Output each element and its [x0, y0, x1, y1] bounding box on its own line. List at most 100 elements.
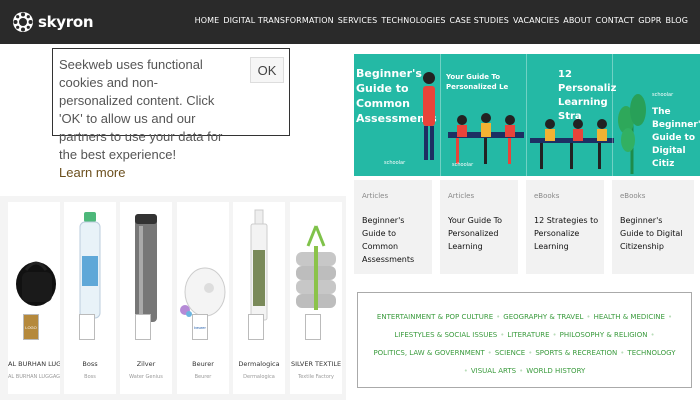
- category-label: SPORTS & RECREATION: [535, 349, 618, 357]
- product-card-beurer[interactable]: beurer Beurer Beurer: [177, 202, 229, 394]
- banner-title-2: Your Guide To Personalized Le: [446, 73, 509, 91]
- nav-gdpr[interactable]: GDPR: [638, 16, 661, 25]
- brand-name: skyron: [38, 13, 94, 31]
- separator-dot: •: [496, 313, 501, 321]
- banner-divider: [440, 54, 441, 176]
- resource-card[interactable]: eBooks Beginner's Guide to Digital Citiz…: [612, 180, 694, 274]
- category-label: ENTERTAINMENT & POP CULTURE: [376, 313, 494, 321]
- brand-logo-badge: [135, 314, 151, 340]
- resource-card[interactable]: eBooks 12 Strategies to Personalize Lear…: [526, 180, 604, 274]
- nav-services[interactable]: SERVICES: [338, 16, 378, 25]
- category-label: SCIENCE: [494, 349, 526, 357]
- nav-vacancies[interactable]: VACANCIES: [513, 16, 559, 25]
- nav-blog[interactable]: BLOG: [665, 16, 688, 25]
- brand-logo-badge: LOGO: [23, 314, 39, 340]
- card-category: eBooks: [620, 192, 646, 200]
- plant-illustration-icon: [618, 94, 646, 174]
- category-label: HEALTH & MEDICINE: [593, 313, 665, 321]
- category-link-philosophy[interactable]: • PHILOSOPHY & RELIGION •: [553, 331, 655, 339]
- separator-dot: •: [667, 313, 673, 321]
- category-label: VISUAL ARTS: [470, 367, 517, 375]
- cookie-consent-banner: Seekweb uses functional cookies and non-…: [52, 48, 290, 180]
- product-card-dermalogica[interactable]: Dermalogica Dermalogica: [233, 202, 285, 394]
- category-label: GEOGRAPHY & TRAVEL: [503, 313, 584, 321]
- card-title[interactable]: Beginner's Guide to Common Assessments: [362, 214, 428, 266]
- card-title[interactable]: Beginner's Guide to Digital Citizenship: [620, 214, 686, 253]
- brand-logo-badge: [79, 314, 95, 340]
- top-navigation-bar: skyron HOME DIGITAL TRANSFORMATION SERVI…: [0, 0, 700, 44]
- separator-dot: •: [528, 349, 533, 357]
- resource-card[interactable]: Articles Your Guide To Personalized Lear…: [440, 180, 518, 274]
- banner-divider: [526, 54, 527, 176]
- product-card-silver-textile[interactable]: SILVER TEXTILE Textile Factory: [290, 202, 342, 394]
- category-link-entertainment[interactable]: ENTERTAINMENT & POP CULTURE •: [377, 313, 500, 321]
- brand-logo-badge: [305, 314, 321, 340]
- students-illustration-icon: [530, 119, 614, 169]
- product-name: AL BURHAN LUGGAGE: [8, 360, 60, 368]
- cookie-ok-button[interactable]: OK: [250, 57, 284, 83]
- banner-title-4: The Beginner's Guide to Digital Citiz: [652, 107, 700, 169]
- separator-dot: •: [487, 349, 492, 357]
- card-category: Articles: [362, 192, 389, 200]
- separator-dot: •: [519, 367, 524, 375]
- separator-dot: •: [620, 349, 625, 357]
- nav-home[interactable]: HOME: [195, 16, 220, 25]
- nav-case-studies[interactable]: CASE STUDIES: [450, 16, 509, 25]
- product-brand: AL BURHAN LUGGAGE: [8, 374, 60, 380]
- nav-about[interactable]: ABOUT: [563, 16, 591, 25]
- banner-brand-4: schoolar: [652, 92, 674, 98]
- site-logo[interactable]: skyron: [12, 10, 94, 34]
- category-link-sports[interactable]: SPORTS & RECREATION •: [535, 349, 624, 357]
- product-name: Zilver: [136, 360, 156, 368]
- brand-logo-badge: [248, 314, 264, 340]
- category-label: WORLD HISTORY: [526, 367, 586, 375]
- product-brand: Boss: [84, 374, 96, 380]
- card-title[interactable]: Your Guide To Personalized Learning: [448, 214, 514, 253]
- card-category: eBooks: [534, 192, 560, 200]
- product-brand: Beurer: [194, 374, 212, 380]
- category-link-world-history[interactable]: WORLD HISTORY: [526, 367, 585, 375]
- card-category: Articles: [448, 192, 475, 200]
- category-link-literature[interactable]: LITERATURE: [507, 331, 549, 339]
- category-link-politics[interactable]: POLITICS, LAW & GOVERNMENT •: [373, 349, 491, 357]
- card-title[interactable]: 12 Strategies to Personalize Learning: [534, 214, 600, 253]
- product-brand: Dermalogica: [243, 374, 275, 380]
- featured-resources-banner[interactable]: Beginner's Guide to Common Assessments s…: [354, 54, 700, 176]
- cookie-message: Seekweb uses functional cookies and non-…: [59, 56, 227, 182]
- product-name: Boss: [82, 360, 98, 368]
- product-card-zilver[interactable]: Zilver Water Genius: [120, 202, 172, 394]
- separator-dot: •: [463, 367, 468, 375]
- product-card-al-burhan[interactable]: LOGO AL BURHAN LUGGAGE AL BURHAN LUGGAGE: [8, 202, 60, 394]
- separator-dot: •: [586, 313, 591, 321]
- nav-contact[interactable]: CONTACT: [596, 16, 635, 25]
- cookie-message-text: Seekweb uses functional cookies and non-…: [59, 57, 223, 162]
- separator-dot: •: [500, 331, 505, 339]
- product-name: Dermalogica: [238, 360, 280, 368]
- category-label: LIFESTYLES & SOCIAL ISSUES: [394, 331, 498, 339]
- product-name: SILVER TEXTILE: [290, 360, 342, 368]
- category-label: LITERATURE: [507, 331, 550, 339]
- banner-divider: [612, 54, 613, 176]
- category-link-health[interactable]: HEALTH & MEDICINE •: [594, 313, 673, 321]
- main-nav: HOME DIGITAL TRANSFORMATION SERVICES TEC…: [195, 16, 688, 25]
- brand-logo-badge: beurer: [192, 314, 208, 340]
- product-card-boss[interactable]: Boss Boss: [64, 202, 116, 394]
- category-link-technology[interactable]: TECHNOLOGY: [627, 349, 675, 357]
- category-links-box: ENTERTAINMENT & POP CULTURE • GEOGRAPHY &…: [357, 292, 692, 388]
- category-link-geography[interactable]: GEOGRAPHY & TRAVEL •: [503, 313, 590, 321]
- learn-more-link[interactable]: Learn more: [59, 164, 125, 182]
- category-link-science[interactable]: SCIENCE •: [495, 349, 533, 357]
- banner-brand-1: schoolar: [384, 160, 406, 166]
- category-link-lifestyles[interactable]: LIFESTYLES & SOCIAL ISSUES •: [394, 331, 504, 339]
- skyron-logo-icon: [13, 12, 33, 32]
- nav-digital-transformation[interactable]: DIGITAL TRANSFORMATION: [223, 16, 333, 25]
- category-link-visual-arts[interactable]: • VISUAL ARTS •: [464, 367, 523, 375]
- resource-card[interactable]: Articles Beginner's Guide to Common Asse…: [354, 180, 432, 274]
- product-brand: Water Genius: [129, 374, 163, 380]
- classroom-illustration-icon: [448, 113, 524, 164]
- separator-dot: •: [650, 331, 655, 339]
- nav-technologies[interactable]: TECHNOLOGIES: [381, 16, 445, 25]
- person-illustration-icon: [423, 72, 435, 160]
- category-label: TECHNOLOGY: [627, 349, 676, 357]
- category-label: POLITICS, LAW & GOVERNMENT: [373, 349, 485, 357]
